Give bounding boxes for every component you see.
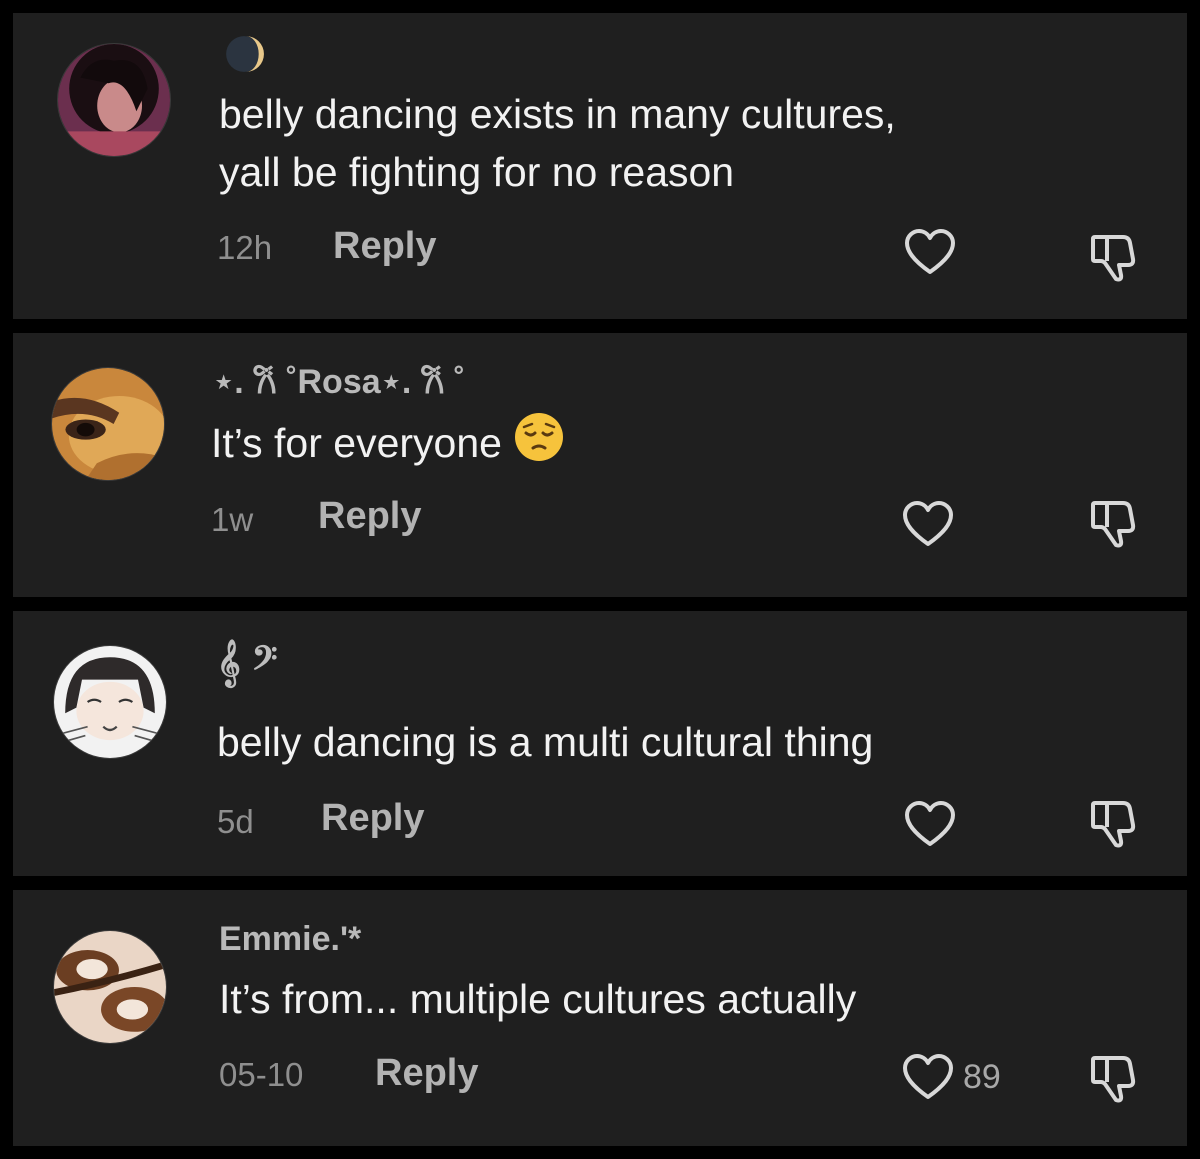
timestamp: 12h xyxy=(217,229,273,266)
dislike-button[interactable] xyxy=(1087,1050,1143,1106)
moon-icon xyxy=(223,33,265,75)
comment-card: belly dancing exists in many cultures, y… xyxy=(13,13,1187,319)
username[interactable]: 𝄞 𝄢 xyxy=(217,641,277,686)
comment-text: belly dancing is a multi cultural thing xyxy=(217,719,874,765)
comment-text: It’s from... multiple cultures actually xyxy=(219,976,857,1022)
reply-button[interactable]: Reply xyxy=(318,495,421,538)
like-button[interactable] xyxy=(901,499,955,549)
comment-card: Emmie.'* It’s from... multiple cultures … xyxy=(13,890,1187,1146)
timestamp: 05-10 xyxy=(219,1056,304,1093)
avatar[interactable] xyxy=(53,645,167,759)
reply-button[interactable]: Reply xyxy=(333,225,436,268)
comment-text-content: It’s for everyone xyxy=(211,420,502,466)
thumbs-down-icon xyxy=(1091,1056,1136,1103)
comment-text: belly dancing exists in many cultures, xyxy=(219,91,896,137)
comment-card: ⋆. 𐙚 ˚Rosa⋆. 𐙚 ˚ It’s for everyone 1w Re… xyxy=(13,333,1187,597)
avatar[interactable] xyxy=(53,930,167,1044)
thumbs-down-icon xyxy=(1091,235,1136,282)
reply-button[interactable]: Reply xyxy=(375,1052,478,1095)
heart-icon xyxy=(903,501,953,546)
heart-icon xyxy=(903,1054,953,1099)
like-count: 89 xyxy=(963,1057,1001,1096)
pensive-face-emoji xyxy=(513,411,565,463)
like-button[interactable] xyxy=(903,799,957,849)
avatar[interactable] xyxy=(51,367,165,481)
heart-icon xyxy=(905,801,955,846)
username[interactable]: ⋆. 𐙚 ˚Rosa⋆. 𐙚 ˚ xyxy=(213,357,465,403)
username[interactable]: Emmie.'* xyxy=(219,920,361,959)
thumbs-down-icon xyxy=(1091,501,1136,548)
comment-text: It’s for everyone xyxy=(211,411,565,472)
comment-text: yall be fighting for no reason xyxy=(219,149,735,195)
like-button[interactable] xyxy=(903,227,957,277)
like-button[interactable]: 89 xyxy=(901,1052,1001,1102)
dislike-button[interactable] xyxy=(1087,495,1143,551)
heart-icon xyxy=(905,229,955,274)
timestamp: 1w xyxy=(211,501,254,538)
comment-card: 𝄞 𝄢 belly dancing is a multi cultural th… xyxy=(13,611,1187,876)
avatar[interactable] xyxy=(57,43,171,157)
dislike-button[interactable] xyxy=(1087,795,1143,851)
thumbs-down-icon xyxy=(1091,801,1136,848)
timestamp: 5d xyxy=(217,803,254,840)
dislike-button[interactable] xyxy=(1087,229,1143,285)
reply-button[interactable]: Reply xyxy=(321,797,424,840)
